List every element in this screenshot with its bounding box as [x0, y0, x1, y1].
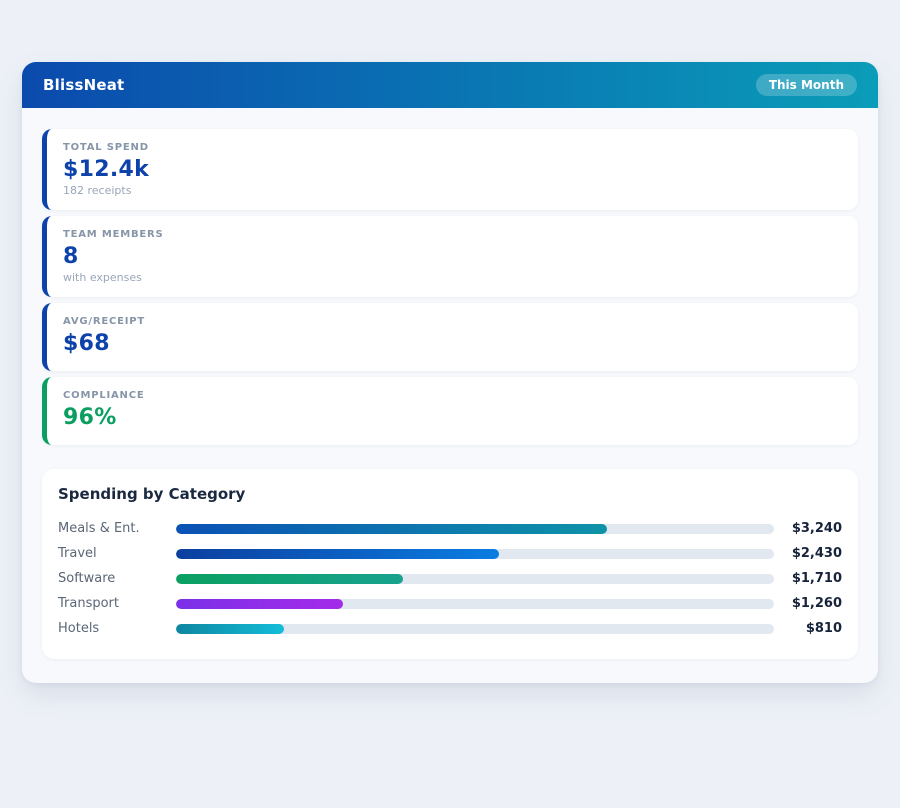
bar-fill: [176, 624, 284, 634]
stat-value: 8: [63, 244, 842, 269]
app-header: BlissNeat This Month: [22, 62, 878, 108]
bar-fill: [176, 599, 343, 609]
dashboard-panel: BlissNeat This Month TOTAL SPEND $12.4k …: [22, 62, 878, 683]
spending-chart-card: Spending by Category Meals & Ent. $3,240…: [42, 469, 858, 659]
stat-label: COMPLIANCE: [63, 390, 842, 401]
chart-category-label: Software: [58, 571, 176, 586]
stat-sublabel: 182 receipts: [63, 184, 842, 197]
chart-row: Software $1,710: [58, 566, 842, 591]
bar-track: [176, 599, 774, 609]
chart-value-label: $3,240: [774, 521, 842, 536]
chart-value-label: $1,260: [774, 596, 842, 611]
stat-label: AVG/RECEIPT: [63, 316, 842, 327]
chart-value-label: $1,710: [774, 571, 842, 586]
bar-fill: [176, 574, 403, 584]
stat-card: COMPLIANCE 96%: [42, 377, 858, 445]
bar-track: [176, 524, 774, 534]
chart-row: Travel $2,430: [58, 541, 842, 566]
chart-category-label: Transport: [58, 596, 176, 611]
stat-card: TEAM MEMBERS 8 with expenses: [42, 216, 858, 297]
stat-value: 96%: [63, 405, 842, 430]
stat-sublabel: with expenses: [63, 271, 842, 284]
bar-track: [176, 549, 774, 559]
bar-fill: [176, 549, 499, 559]
stat-value: $68: [63, 331, 842, 356]
dashboard-content: TOTAL SPEND $12.4k 182 receipts TEAM MEM…: [22, 108, 878, 683]
stat-label: TEAM MEMBERS: [63, 229, 842, 240]
chart-rows: Meals & Ent. $3,240 Travel $2,430 Softwa…: [58, 516, 842, 641]
chart-category-label: Hotels: [58, 621, 176, 636]
app-title: BlissNeat: [43, 76, 124, 94]
stat-label: TOTAL SPEND: [63, 142, 842, 153]
stat-card: TOTAL SPEND $12.4k 182 receipts: [42, 129, 858, 210]
period-badge[interactable]: This Month: [756, 74, 857, 96]
bar-track: [176, 624, 774, 634]
stat-value: $12.4k: [63, 157, 842, 182]
chart-row: Transport $1,260: [58, 591, 842, 616]
bar-track: [176, 574, 774, 584]
bar-fill: [176, 524, 607, 534]
stats-list: TOTAL SPEND $12.4k 182 receipts TEAM MEM…: [42, 129, 858, 445]
chart-category-label: Travel: [58, 546, 176, 561]
chart-title: Spending by Category: [58, 485, 842, 503]
chart-row: Meals & Ent. $3,240: [58, 516, 842, 541]
chart-value-label: $2,430: [774, 546, 842, 561]
chart-row: Hotels $810: [58, 616, 842, 641]
stat-card: AVG/RECEIPT $68: [42, 303, 858, 371]
chart-category-label: Meals & Ent.: [58, 521, 176, 536]
chart-value-label: $810: [774, 621, 842, 636]
